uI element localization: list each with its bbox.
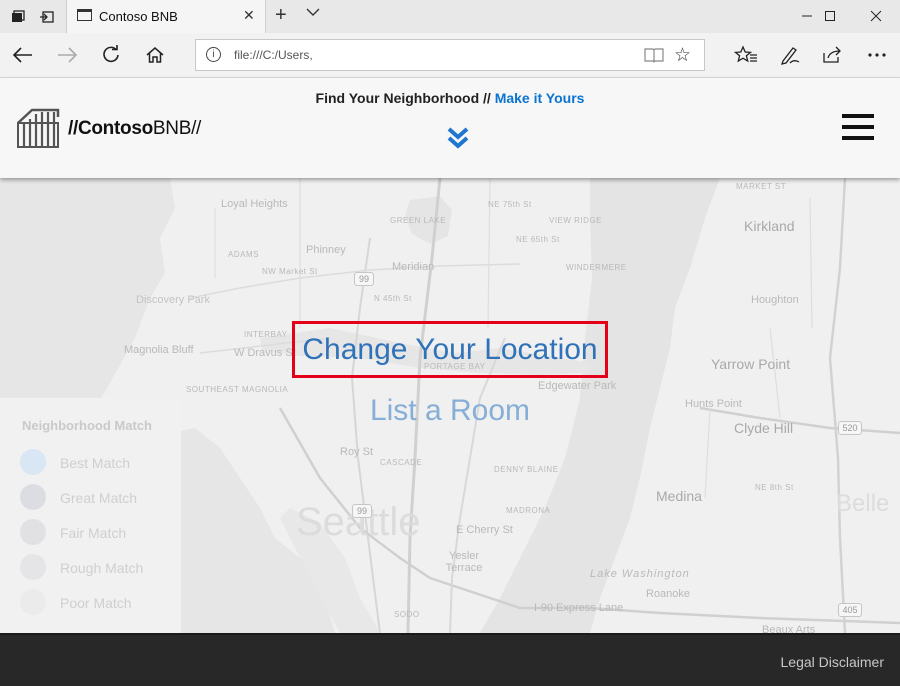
legend-swatch [20,554,46,580]
more-icon[interactable] [864,42,890,68]
tagline: Find Your Neighborhood // Make it Yours [0,90,900,106]
legend-item-rough: Rough Match [20,554,180,580]
neighborhood-legend: Neighborhood Match Best Match Great Matc… [0,398,181,633]
contoso-logo-icon[interactable] [16,107,60,154]
map-label: ADAMS [228,250,259,259]
tagline-main: Find Your Neighborhood // [315,90,491,106]
tab-favicon-icon [77,9,92,21]
map-label: Beaux Arts [762,624,816,633]
legend-label: Rough Match [60,560,144,576]
logo-suffix: BNB// [152,118,202,139]
legend-label: Best Match [60,455,131,471]
legend-swatch [20,519,46,545]
map-label: Belle [836,490,890,517]
legend-title: Neighborhood Match [22,418,152,433]
legend-item-poor: Poor Match [20,589,180,615]
highway-shield: 99 [354,272,374,286]
map-label: Roanoke [646,588,691,600]
set-tabs-aside-icon[interactable] [9,8,27,26]
change-location-link[interactable]: Change Your Location [292,321,608,378]
map-label: Discovery Park [136,294,210,306]
map-label: DENNY BLAINE [494,465,559,474]
map-label: SODO [394,610,420,619]
map-label: Yesler Terrace [445,550,483,574]
legend-label: Poor Match [60,595,132,611]
list-room-link[interactable]: List a Room [300,394,600,434]
map-label: W Dravus St [234,347,296,359]
legend-label: Great Match [60,490,138,506]
map-label: NW Market St [262,267,318,276]
map-label: Yarrow Point [711,356,791,372]
map-label: Magnolia Bluff [124,344,194,356]
favorites-hub-icon[interactable] [733,42,759,68]
map-label: Clyde Hill [734,420,794,436]
map-label: Roy St [340,446,374,458]
restore-tabs-icon[interactable] [38,8,56,26]
browser-navbar: i file:///C:/Users, ☆ [0,33,900,78]
maximize-icon[interactable] [807,5,853,27]
map-label: GREEN LAKE [390,216,447,225]
legend-item-great: Great Match [20,484,180,510]
hamburger-menu-icon[interactable] [842,114,874,140]
legend-item-fair: Fair Match [20,519,180,545]
tab-menu-icon[interactable] [306,4,320,20]
legend-label: Fair Match [60,525,127,541]
tab-title: Contoso BNB [99,9,178,24]
map-label: MARKET ST [736,182,787,191]
favorite-star-icon[interactable]: ☆ [674,44,691,67]
share-icon[interactable] [819,42,845,68]
reading-view-icon[interactable] [644,47,664,68]
logo-prefix: //Contoso [68,118,153,139]
map-label: WINDERMERE [566,263,627,272]
double-chevron-down-icon[interactable] [446,126,470,155]
map-label: Phinney [306,244,346,256]
home-icon[interactable] [142,42,168,68]
map-label: Edgewater Park [538,380,617,392]
map-label: I-90 Express Lane [534,602,624,614]
info-icon[interactable]: i [206,47,221,62]
map-label: MADRONA [506,506,551,515]
legend-swatch [20,484,46,510]
highway-shield: 405 [838,603,862,617]
contoso-logo-text[interactable]: //ContosoBNB// [68,118,201,140]
legend-swatch [20,589,46,615]
map-label: Houghton [751,294,799,306]
map-label: NE 75th St [488,200,532,209]
map-label: INTERBAY [244,330,288,339]
legal-disclaimer-link[interactable]: Legal Disclaimer [781,654,884,670]
map-label: Meridian [392,261,435,273]
site-header: //ContosoBNB// Find Your Neighborhood //… [0,78,900,178]
back-icon[interactable] [10,42,36,68]
map-label: Loyal Heights [221,198,288,210]
legend-swatch [20,449,46,475]
map-label: N 45th St [374,294,412,303]
refresh-icon[interactable] [98,42,124,68]
map-label: Kirkland [744,218,795,234]
close-icon[interactable]: ✕ [243,7,255,24]
site-footer: Legal Disclaimer [0,633,900,686]
legend-item-best: Best Match [20,449,180,475]
map-label: E Cherry St [456,524,513,536]
new-tab-icon[interactable]: + [275,4,287,26]
map-label: CASCADE [380,458,423,467]
forward-icon[interactable] [54,42,80,68]
window-close-icon[interactable] [853,5,899,27]
browser-tab[interactable]: Contoso BNB ✕ [66,0,266,33]
map-label: Lake Washington [590,568,690,580]
map-label: SOUTHEAST MAGNOLIA [186,385,289,394]
map-label: VIEW RIDGE [549,216,603,225]
map-label: NE 65th St [516,235,560,244]
address-bar[interactable]: i file:///C:/Users, ☆ [195,39,705,71]
browser-titlebar: Contoso BNB ✕ + [0,0,900,33]
map-label: Hunts Point [685,398,742,410]
web-note-icon[interactable] [777,42,803,68]
address-url[interactable]: file:///C:/Users, [234,48,313,62]
highway-shield: 99 [352,504,372,518]
map-label: NE 8th St [755,483,794,492]
highway-shield: 520 [838,421,862,435]
map-label: Medina [656,488,702,504]
tagline-accent: Make it Yours [494,90,585,106]
